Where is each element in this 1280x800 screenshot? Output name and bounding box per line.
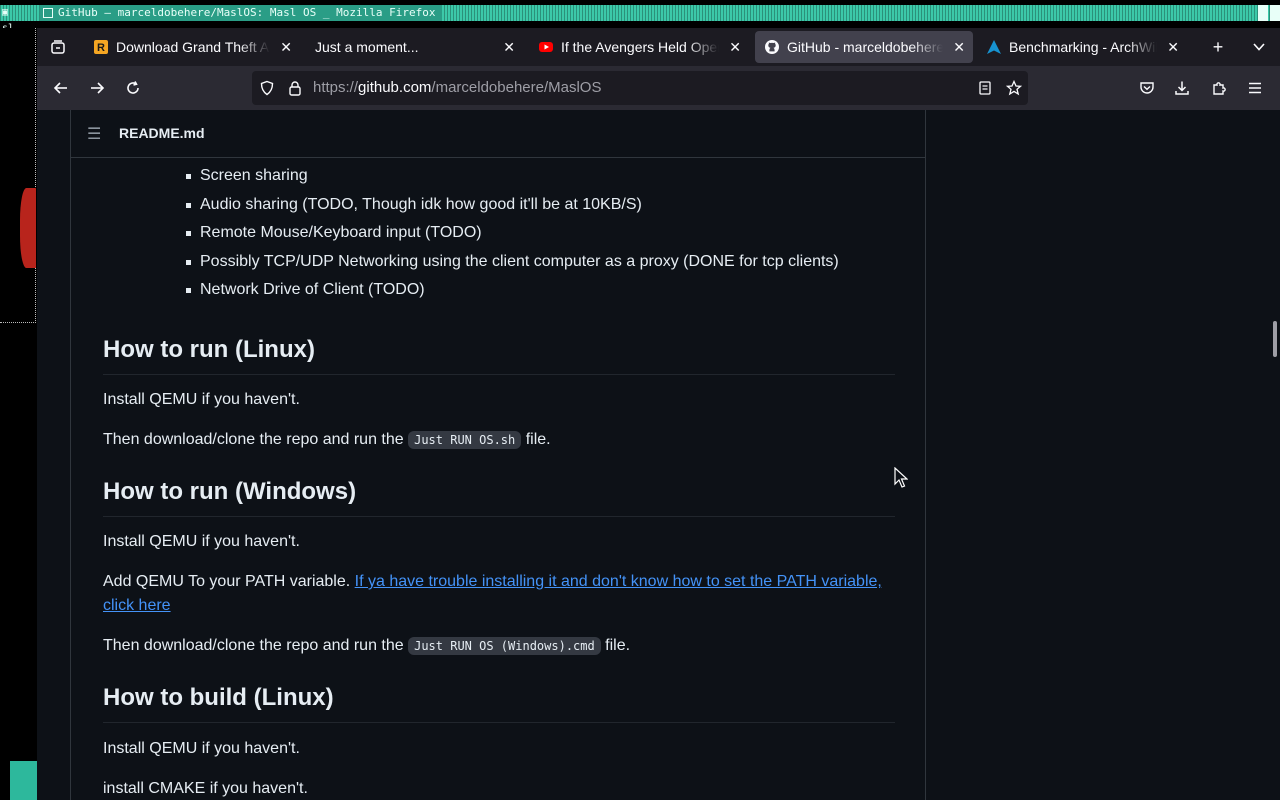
path-help-link[interactable]: If ya have trouble installing it and don… bbox=[355, 573, 882, 590]
wm-window-title: GitHub – marceldobehere/MaslOS: Masl OS … bbox=[40, 5, 442, 21]
archlinux-icon bbox=[987, 40, 1001, 54]
tab-just-a-moment[interactable]: Just a moment... ✕ bbox=[305, 31, 523, 63]
heading-how-to-run-windows: How to run (Windows) bbox=[103, 476, 895, 517]
text: file. bbox=[600, 637, 631, 654]
page-scrollbar-thumb[interactable] bbox=[1273, 321, 1277, 357]
wm-minimize-button[interactable] bbox=[1258, 5, 1268, 21]
tab-close-icon[interactable]: ✕ bbox=[953, 31, 965, 63]
text: Then download/clone the repo and run the bbox=[103, 637, 409, 654]
window-menu-icon[interactable] bbox=[43, 8, 53, 18]
pocket-button[interactable] bbox=[1131, 72, 1163, 104]
rockstar-icon: R bbox=[94, 40, 108, 54]
outline-list-icon[interactable]: ☰ bbox=[87, 124, 101, 144]
paragraph: Install QEMU if you haven't. bbox=[103, 391, 300, 408]
downloads-button[interactable] bbox=[1166, 72, 1198, 104]
readme-filename: README.md bbox=[119, 125, 205, 141]
reload-icon bbox=[127, 81, 139, 94]
new-tab-button[interactable]: + bbox=[1202, 31, 1234, 63]
url-host: github.com bbox=[358, 79, 432, 96]
youtube-icon bbox=[539, 42, 553, 52]
download-icon bbox=[1175, 81, 1189, 95]
text: Add QEMU To your PATH variable. bbox=[103, 573, 355, 590]
wm-title-text: GitHub – marceldobehere/MaslOS: Masl OS … bbox=[58, 6, 436, 19]
background-window-image bbox=[20, 188, 36, 268]
app-menu-button[interactable] bbox=[1239, 72, 1271, 104]
url-text[interactable]: https://github.com/marceldobehere/MaslOS bbox=[313, 71, 601, 105]
list-item: Audio sharing (TODO, Though idk how good… bbox=[186, 191, 839, 220]
readme-panel: ☰ README.md Screen sharing Audio sharing… bbox=[70, 110, 926, 800]
url-prefix: https:// bbox=[313, 79, 359, 96]
lock-icon[interactable] bbox=[288, 80, 302, 96]
inline-code: Just RUN OS.sh bbox=[408, 431, 522, 449]
text: Then download/clone the repo and run the bbox=[103, 431, 409, 448]
back-button[interactable] bbox=[45, 72, 77, 104]
paragraph: Install QEMU if you haven't. bbox=[103, 740, 300, 757]
paragraph: install CMAKE if you haven't. bbox=[103, 780, 308, 797]
list-item: Screen sharing bbox=[186, 162, 839, 191]
reader-view-icon[interactable] bbox=[978, 81, 992, 95]
navigation-toolbar: https://github.com/marceldobehere/MaslOS bbox=[37, 66, 1280, 110]
paragraph: Then download/clone the repo and run the… bbox=[103, 428, 883, 452]
background-window-teal[interactable] bbox=[10, 761, 37, 800]
tab-gta[interactable]: R Download Grand Theft Auto ✕ bbox=[84, 31, 300, 63]
list-all-tabs-button[interactable] bbox=[1243, 31, 1275, 63]
forward-button[interactable] bbox=[81, 72, 113, 104]
paragraph: Add QEMU To your PATH variable. If ya ha… bbox=[103, 570, 883, 618]
tab-archwiki[interactable]: Benchmarking - ArchWiki ✕ bbox=[977, 31, 1187, 63]
tab-label: Just a moment... bbox=[315, 39, 419, 55]
back-arrow-icon bbox=[53, 82, 67, 94]
extensions-button[interactable] bbox=[1203, 72, 1235, 104]
plus-icon: + bbox=[1212, 37, 1224, 57]
mouse-pointer-icon bbox=[894, 467, 908, 488]
url-path: /marceldobehere/MaslOS bbox=[431, 79, 602, 96]
forward-arrow-icon bbox=[91, 82, 105, 94]
wm-close-button[interactable] bbox=[1270, 5, 1280, 21]
feature-list: Screen sharing Audio sharing (TODO, Thou… bbox=[186, 162, 839, 305]
readme-header: ☰ README.md bbox=[71, 110, 925, 158]
tab-close-icon[interactable]: ✕ bbox=[729, 31, 741, 63]
inline-code: Just RUN OS (Windows).cmd bbox=[408, 637, 601, 655]
paragraph: Install QEMU if you haven't. bbox=[103, 533, 300, 550]
tab-close-icon[interactable]: ✕ bbox=[280, 31, 292, 63]
heading-how-to-build-linux: How to build (Linux) bbox=[103, 682, 895, 723]
svg-text:R: R bbox=[97, 42, 105, 54]
reload-button[interactable] bbox=[117, 72, 149, 104]
tab-youtube[interactable]: If the Avengers Held Open ✕ bbox=[529, 31, 749, 63]
firefox-view-button[interactable] bbox=[42, 31, 74, 63]
hamburger-menu-icon bbox=[1249, 82, 1261, 94]
shield-icon[interactable] bbox=[259, 80, 275, 96]
pocket-icon bbox=[1140, 82, 1154, 94]
firefox-window: R Download Grand Theft Auto ✕ Just a mom… bbox=[37, 28, 1280, 800]
paragraph: Then download/clone the repo and run the… bbox=[103, 634, 883, 658]
page-content: ☰ README.md Screen sharing Audio sharing… bbox=[37, 110, 1280, 800]
tab-bar: R Download Grand Theft Auto ✕ Just a mom… bbox=[37, 28, 1280, 66]
tab-github[interactable]: GitHub - marceldobehere ✕ bbox=[755, 31, 973, 63]
tab-label: GitHub - marceldobehere bbox=[787, 39, 943, 55]
tab-label: Download Grand Theft Auto bbox=[116, 39, 270, 55]
tab-label: Benchmarking - ArchWiki bbox=[1009, 39, 1157, 55]
list-item: Remote Mouse/Keyboard input (TODO) bbox=[186, 219, 839, 248]
puzzle-piece-icon bbox=[1213, 82, 1226, 95]
desktop-background bbox=[0, 28, 37, 800]
tab-label: If the Avengers Held Open bbox=[561, 39, 719, 55]
list-item: Possibly TCP/UDP Networking using the cl… bbox=[186, 248, 839, 277]
tab-close-icon[interactable]: ✕ bbox=[503, 31, 515, 63]
text: file. bbox=[521, 431, 551, 448]
background-window[interactable] bbox=[0, 28, 36, 323]
chevron-down-icon bbox=[1253, 43, 1265, 51]
wm-window-icons[interactable]: ▣ sl bbox=[2, 5, 26, 34]
wm-titlebar: ▣ sl GitHub – marceldobehere/MaslOS: Mas… bbox=[0, 0, 1280, 34]
click-here-link[interactable]: click here bbox=[103, 597, 171, 614]
bookmark-star-icon[interactable] bbox=[1006, 80, 1022, 96]
heading-how-to-run-linux: How to run (Linux) bbox=[103, 334, 895, 375]
github-icon bbox=[765, 40, 779, 54]
firefox-view-icon bbox=[51, 40, 65, 54]
url-bar[interactable]: https://github.com/marceldobehere/MaslOS bbox=[252, 71, 1028, 105]
tab-close-icon[interactable]: ✕ bbox=[1167, 31, 1179, 63]
list-item: Network Drive of Client (TODO) bbox=[186, 276, 839, 305]
